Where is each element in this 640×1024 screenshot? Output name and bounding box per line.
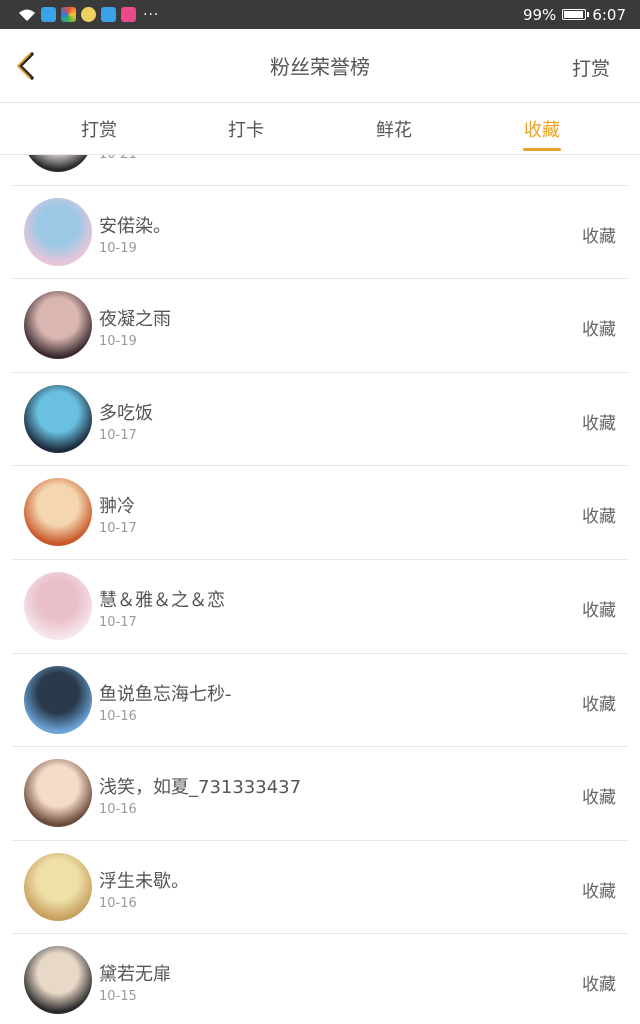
avatar[interactable]: [24, 291, 92, 360]
tab-checkin[interactable]: 打卡: [204, 103, 288, 155]
tab-label: 打卡: [228, 120, 264, 141]
list-item[interactable]: 安偌染。 10-19 收藏: [12, 186, 628, 280]
fan-name: 浅笑，如夏_731333437: [99, 777, 302, 799]
fan-date: 10-15: [99, 989, 137, 1005]
fan-name: 翀冷: [99, 496, 135, 518]
fan-name: 慧＆雅＆之＆恋: [99, 589, 225, 611]
avatar[interactable]: [24, 759, 92, 828]
action-label: 收藏: [582, 694, 616, 715]
reward-button[interactable]: 打赏: [572, 54, 610, 81]
fan-name: 多吃饭: [99, 402, 153, 424]
app-notification-icon: [61, 7, 76, 22]
action-label: 收藏: [582, 975, 616, 996]
avatar[interactable]: [24, 571, 92, 640]
avatar[interactable]: [24, 478, 92, 547]
tab-label: 收藏: [524, 120, 560, 141]
fan-date: 10-21: [99, 155, 137, 162]
action-label: 收藏: [582, 507, 616, 528]
fan-name: 鱼说鱼忘海七秒-: [99, 683, 232, 705]
avatar[interactable]: [24, 384, 92, 453]
list-item[interactable]: 10-21: [12, 155, 628, 186]
bulb-icon: [81, 7, 96, 22]
action-label: 收藏: [582, 226, 616, 247]
fan-name: 安偌染。: [99, 215, 171, 237]
avatar[interactable]: [24, 946, 92, 1015]
back-button[interactable]: [8, 47, 44, 85]
app-notification-icon: [101, 7, 116, 22]
tab-reward[interactable]: 打赏: [57, 103, 141, 155]
fan-date: 10-17: [99, 614, 137, 630]
battery-percent: 99%: [522, 5, 557, 24]
status-bar: ··· 99% 6:07: [0, 0, 640, 29]
fan-date: 10-19: [99, 240, 137, 256]
fan-date: 10-16: [99, 802, 137, 818]
list-item[interactable]: 翀冷 10-17 收藏: [12, 466, 628, 560]
wifi-icon: [19, 9, 35, 21]
list-item[interactable]: 慧＆雅＆之＆恋 10-17 收藏: [12, 560, 628, 654]
clock: 6:07: [592, 5, 626, 24]
fan-date: 10-17: [99, 521, 137, 537]
tab-favorites[interactable]: 收藏: [500, 103, 584, 155]
tab-label: 鲜花: [376, 120, 412, 141]
list-item[interactable]: 浮生未歇。 10-16 收藏: [12, 841, 628, 935]
action-label: 收藏: [582, 320, 616, 341]
more-notifications-icon: ···: [143, 6, 160, 23]
fan-date: 10-16: [99, 895, 137, 911]
fan-name: 浮生未歇。: [99, 870, 189, 892]
action-label: 收藏: [582, 788, 616, 809]
action-label: 收藏: [582, 881, 616, 902]
app-notification-icon: [121, 7, 136, 22]
avatar[interactable]: [24, 665, 92, 734]
fan-name: 黛若无扉: [99, 964, 171, 986]
avatar[interactable]: [24, 197, 92, 266]
avatar[interactable]: [24, 155, 92, 172]
fan-date: 10-16: [99, 708, 137, 724]
tab-flowers[interactable]: 鲜花: [352, 103, 436, 155]
tab-bar: 打赏 打卡 鲜花 收藏: [0, 103, 640, 155]
app-notification-icon: [41, 7, 56, 22]
title-bar: 粉丝荣誉榜 打赏: [0, 29, 640, 103]
status-icons: ···: [18, 7, 159, 23]
fan-name: 夜凝之雨: [99, 309, 171, 331]
list-item[interactable]: 鱼说鱼忘海七秒- 10-16 收藏: [12, 654, 628, 748]
list-item[interactable]: 夜凝之雨 10-19 收藏: [12, 279, 628, 373]
list-item[interactable]: 黛若无扉 10-15 收藏: [12, 934, 628, 1024]
tab-label: 打赏: [81, 120, 117, 141]
action-label: 收藏: [582, 600, 616, 621]
avatar[interactable]: [24, 852, 92, 921]
fan-date: 10-19: [99, 334, 137, 350]
fan-date: 10-17: [99, 427, 137, 443]
active-tab-indicator: [523, 148, 561, 151]
chevron-left-icon: [17, 52, 34, 80]
fan-list[interactable]: 10-21安偌染。10-19收藏夜凝之雨10-19收藏多吃饭10-17收藏翀冷1…: [0, 155, 640, 1024]
action-label: 收藏: [582, 413, 616, 434]
list-item[interactable]: 浅笑，如夏_731333437 10-16 收藏: [12, 747, 628, 841]
page-title: 粉丝荣誉榜: [270, 55, 370, 79]
battery-icon: [562, 9, 590, 20]
list-item[interactable]: 多吃饭 10-17 收藏: [12, 373, 628, 467]
